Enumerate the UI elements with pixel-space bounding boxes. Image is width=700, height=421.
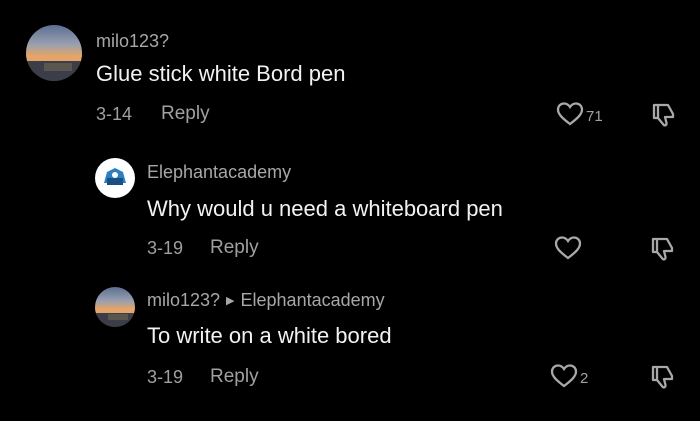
comment-date: 3-14 <box>96 104 133 124</box>
like-count: 71 <box>586 108 603 125</box>
heart-outline-icon <box>556 101 584 132</box>
dislike-button[interactable] <box>647 362 677 397</box>
comment-username[interactable]: milo123? <box>96 31 169 52</box>
comment-username[interactable]: Elephantacademy <box>147 162 291 183</box>
thumbs-down-icon <box>647 365 677 396</box>
dislike-button[interactable] <box>647 234 677 269</box>
thumbs-down-icon <box>648 103 678 134</box>
comment-date: 3-19 <box>147 238 184 258</box>
comment-username-label[interactable]: milo123? <box>147 290 220 310</box>
comment-text: To write on a white bored <box>147 323 392 348</box>
comment-text: Glue stick white Bord pen <box>96 61 346 86</box>
like-button[interactable]: 71 <box>556 101 603 132</box>
avatar[interactable] <box>26 25 82 81</box>
reply-button[interactable]: Reply <box>210 366 259 388</box>
avatar[interactable] <box>95 287 135 327</box>
comment-date: 3-19 <box>147 367 184 387</box>
avatar[interactable] <box>95 158 135 198</box>
comment-username[interactable]: milo123? ▶ Elephantacademy <box>147 290 385 311</box>
like-button[interactable]: 2 <box>550 363 588 394</box>
like-button[interactable] <box>554 235 584 266</box>
reply-button[interactable]: Reply <box>161 103 210 125</box>
heart-outline-icon <box>554 235 582 266</box>
comment-item: Elephantacademy Why would u need a white… <box>0 150 700 280</box>
reply-button[interactable]: Reply <box>210 237 259 259</box>
comment-item: milo123? ▶ Elephantacademy To write on a w… <box>0 280 700 421</box>
reply-to-username[interactable]: Elephantacademy <box>241 290 385 310</box>
heart-outline-icon <box>550 363 578 394</box>
like-count: 2 <box>580 370 589 387</box>
dislike-button[interactable] <box>648 100 678 135</box>
thumbs-down-icon <box>647 237 677 268</box>
comment-item: milo123? Glue stick white Bord pen 3-14 … <box>0 0 700 140</box>
comment-text: Why would u need a whiteboard pen <box>147 196 503 221</box>
right-triangle-icon: ▶ <box>226 295 235 307</box>
